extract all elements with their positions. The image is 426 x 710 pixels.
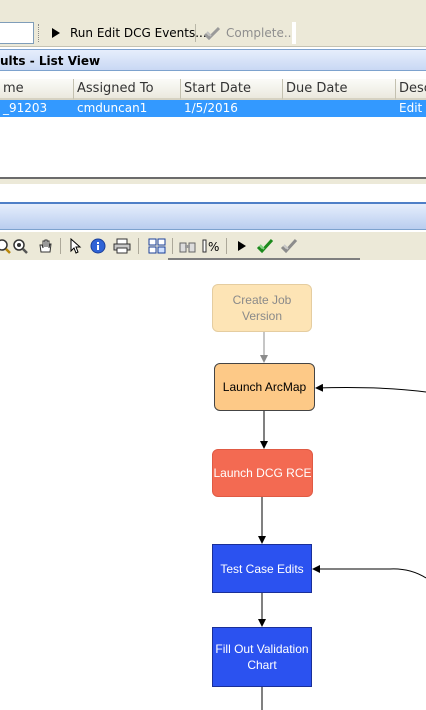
list-view-body xyxy=(0,117,426,177)
svg-text:%: % xyxy=(208,240,219,254)
toolbar-end xyxy=(292,22,296,44)
column-header-description[interactable]: Desc xyxy=(396,79,426,100)
workflow-toolbar: % xyxy=(0,232,426,260)
checkmark-icon xyxy=(204,25,220,41)
panel-splitter[interactable] xyxy=(0,184,426,202)
find-icon[interactable] xyxy=(179,237,197,255)
mark-complete-icon[interactable] xyxy=(280,237,298,255)
pointer-icon[interactable] xyxy=(66,237,84,255)
toolbar-separator xyxy=(138,238,139,254)
list-view-title: ults - List View xyxy=(0,49,426,71)
run-edit-dcg-events-button[interactable]: Run Edit DCG Events... xyxy=(48,23,207,43)
step-launch-arcmap[interactable]: Launch ArcMap xyxy=(214,363,315,411)
workflow-panel-title xyxy=(0,202,426,230)
run-step-icon[interactable] xyxy=(233,237,251,255)
info-icon[interactable] xyxy=(89,237,107,255)
cell-due-date xyxy=(283,100,396,117)
pan-hand-icon[interactable] xyxy=(36,237,54,255)
top-strip xyxy=(0,0,426,20)
cell-name: _91203 xyxy=(3,101,48,115)
toolbar-separator xyxy=(195,24,196,42)
column-header-name[interactable]: me xyxy=(0,79,74,100)
column-header-due-date[interactable]: Due Date xyxy=(283,79,396,100)
complete-label: Complete... xyxy=(226,26,296,40)
layout-icon[interactable] xyxy=(148,237,166,255)
play-icon xyxy=(48,25,64,41)
zoom-in-icon[interactable] xyxy=(11,237,29,255)
toolbar-underline xyxy=(168,258,360,260)
complete-button[interactable]: Complete... xyxy=(204,23,295,43)
percent-icon[interactable]: % xyxy=(202,237,220,255)
list-view-header: me Assigned To Start Date Due Date Desc xyxy=(0,79,426,100)
toolbar-input[interactable] xyxy=(0,22,34,44)
print-icon[interactable] xyxy=(113,237,131,255)
toolbar-grip[interactable] xyxy=(38,24,41,42)
step-fill-out-validation-chart[interactable]: Fill Out Validation Chart xyxy=(212,627,312,687)
step-launch-dcg-rce[interactable]: Launch DCG RCE xyxy=(212,449,313,497)
cell-description: Edit E xyxy=(399,101,426,115)
column-header-assigned-to[interactable]: Assigned To xyxy=(74,79,181,100)
complete-step-icon[interactable] xyxy=(256,237,274,255)
step-test-case-edits[interactable]: Test Case Edits xyxy=(212,544,312,593)
toolbar-separator xyxy=(226,238,227,254)
table-row[interactable]: _91203 cmduncan1 1/5/2016 Edit E xyxy=(0,100,426,117)
run-edit-dcg-events-label: Run Edit DCG Events... xyxy=(70,26,207,40)
workflow-canvas[interactable]: Create Job Version Launch ArcMap Launch … xyxy=(0,262,426,710)
toolbar-separator xyxy=(60,238,61,254)
cell-assigned-to: cmduncan1 xyxy=(77,101,148,115)
toolbar-separator xyxy=(172,238,173,254)
step-create-job-version[interactable]: Create Job Version xyxy=(212,284,312,332)
main-toolbar: Run Edit DCG Events... Complete... xyxy=(0,20,426,47)
column-header-start-date[interactable]: Start Date xyxy=(181,79,283,100)
cell-start-date: 1/5/2016 xyxy=(184,101,238,115)
